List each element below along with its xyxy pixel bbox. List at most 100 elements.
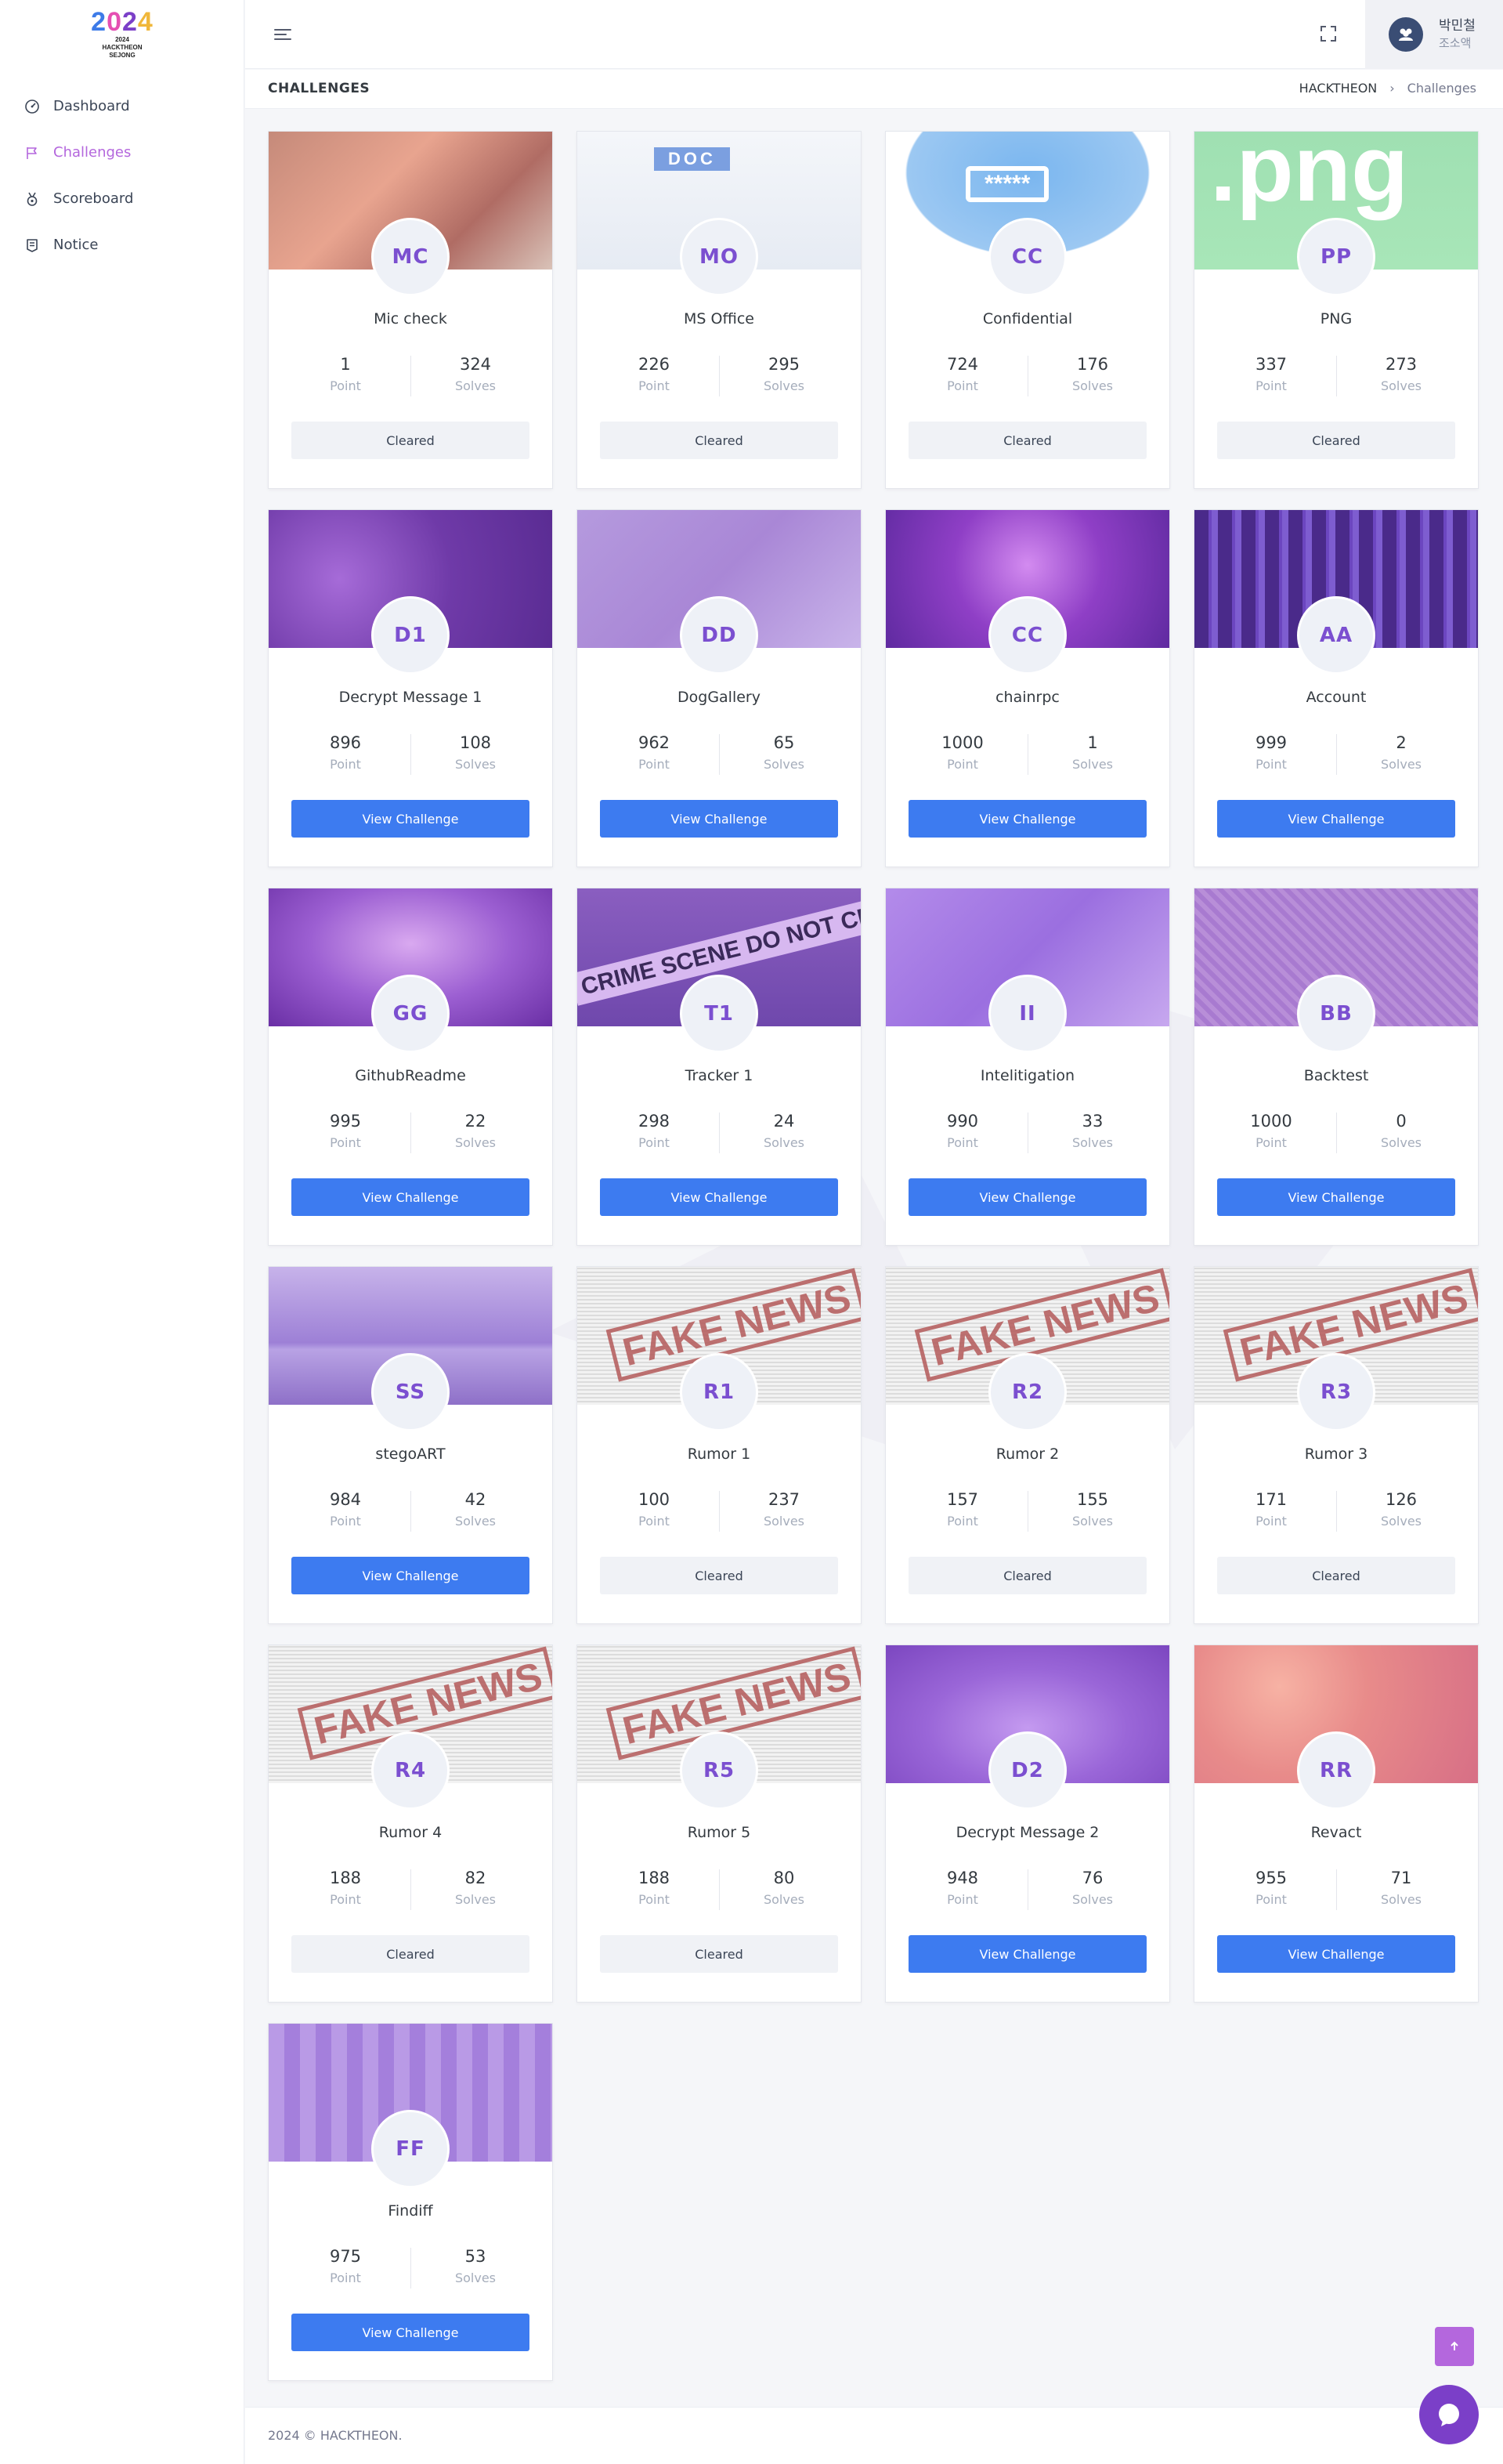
view-challenge-button[interactable]: View Challenge [291, 2314, 529, 2351]
view-challenge-button[interactable]: View Challenge [1217, 1935, 1455, 1973]
menu-toggle-icon[interactable] [272, 24, 294, 45]
solves-value: 0 [1396, 1112, 1407, 1131]
view-challenge-button[interactable]: View Challenge [909, 1178, 1147, 1216]
point-stat: 157 Point [908, 1488, 1017, 1532]
point-stat: 984 Point [291, 1488, 400, 1532]
solves-label: Solves [1380, 757, 1422, 772]
cleared-button[interactable]: Cleared [909, 422, 1147, 459]
cleared-button[interactable]: Cleared [600, 1557, 838, 1594]
stat-divider [1336, 734, 1337, 775]
cleared-button[interactable]: Cleared [291, 1935, 529, 1973]
challenge-card[interactable]: II Intelitigation 990 Point 33 Solves View Cha… [885, 888, 1170, 1246]
point-value: 100 [638, 1490, 670, 1509]
challenge-card[interactable]: RR Revact 955 Point 71 Solves View Challenge [1194, 1644, 1479, 2003]
view-challenge-button[interactable]: View Challenge [909, 1935, 1147, 1973]
solves-label: Solves [454, 1135, 497, 1150]
cleared-button[interactable]: Cleared [600, 1935, 838, 1973]
challenge-card[interactable]: GG GithubReadme 995 Point 22 Solves View Chall… [268, 888, 553, 1246]
solves-value: 126 [1385, 1490, 1418, 1509]
hacktheon-logo[interactable]: 2024 2024 HACKTHEON SEJONG [88, 8, 157, 67]
banner-text: ***** [966, 166, 1050, 202]
sidebar-item-notice[interactable]: Notice [0, 222, 244, 268]
challenge-card[interactable]: FAKE NEWS R1 Rumor 1 100 Point 237 Solves Clear… [576, 1266, 862, 1624]
point-label: Point [947, 1514, 978, 1529]
cleared-button[interactable]: Cleared [1217, 1557, 1455, 1594]
challenge-card[interactable]: CRIME SCENE DO NOT CROSS T1 Tracker 1 298 Po… [576, 888, 862, 1246]
view-challenge-button[interactable]: View Challenge [291, 1178, 529, 1216]
challenge-card[interactable]: DD DogGallery 962 Point 65 Solves View Challen… [576, 509, 862, 867]
sidebar-item-challenges[interactable]: Challenges [0, 129, 244, 175]
challenge-stats: 975 Point 53 Solves [269, 2245, 552, 2292]
fullscreen-icon[interactable] [1317, 22, 1340, 45]
point-value: 984 [329, 1490, 362, 1509]
challenge-initials-badge: CC [988, 218, 1067, 296]
challenge-name: MS Office [684, 310, 754, 327]
page-title-bar: CHALLENGES HACKTHEON › Challenges [245, 70, 1503, 109]
point-stat: 1000 Point [1216, 1109, 1326, 1153]
cleared-button[interactable]: Cleared [909, 1557, 1147, 1594]
solves-label: Solves [763, 1892, 805, 1907]
view-challenge-button[interactable]: View Challenge [909, 800, 1147, 838]
solves-stat: 22 Solves [421, 1109, 530, 1153]
challenge-initials-badge: II [988, 975, 1067, 1053]
challenge-card[interactable]: FAKE NEWS R5 Rumor 5 188 Point 80 Solves Cleare… [576, 1644, 862, 2003]
view-challenge-button[interactable]: View Challenge [291, 800, 529, 838]
challenge-card[interactable]: SS stegoART 984 Point 42 Solves View Challenge [268, 1266, 553, 1624]
stat-divider [1336, 356, 1337, 396]
challenge-card[interactable]: .png PP PNG 337 Point 273 Solves Cleared [1194, 131, 1479, 489]
view-challenge-button[interactable]: View Challenge [600, 1178, 838, 1216]
challenge-card[interactable]: FAKE NEWS R4 Rumor 4 188 Point 82 Solves Cleare… [268, 1644, 553, 2003]
challenge-card[interactable]: D2 Decrypt Message 2 948 Point 76 Solves View … [885, 1644, 1170, 2003]
challenge-stats: 171 Point 126 Solves [1194, 1488, 1478, 1535]
view-challenge-button[interactable]: View Challenge [1217, 1178, 1455, 1216]
breadcrumb-root[interactable]: HACKTHEON [1299, 81, 1378, 96]
point-label: Point [638, 378, 670, 393]
view-challenge-button[interactable]: View Challenge [600, 800, 838, 838]
point-stat: 1 Point [291, 353, 400, 396]
solves-stat: 76 Solves [1038, 1866, 1147, 1910]
solves-value: 53 [464, 2247, 486, 2266]
point-stat: 975 Point [291, 2245, 400, 2289]
challenge-card[interactable]: AA Account 999 Point 2 Solves View Challenge [1194, 509, 1479, 867]
challenge-stats: 226 Point 295 Solves [577, 353, 861, 400]
point-stat: 962 Point [599, 731, 709, 775]
challenge-card[interactable]: BB Backtest 1000 Point 0 Solves View Challenge [1194, 888, 1479, 1246]
logo-line2: HACKTHEON [102, 44, 143, 51]
sidebar-item-scoreboard[interactable]: Scoreboard [0, 175, 244, 222]
challenge-card[interactable]: DOC MO MS Office 226 Point 295 Solves Cleared [576, 131, 862, 489]
cleared-button[interactable]: Cleared [1217, 422, 1455, 459]
view-challenge-button[interactable]: View Challenge [291, 1557, 529, 1594]
challenge-name: Intelitigation [980, 1067, 1075, 1084]
challenge-initials-badge: MC [371, 218, 450, 296]
challenge-stats: 188 Point 82 Solves [269, 1866, 552, 1913]
challenge-card[interactable]: D1 Decrypt Message 1 896 Point 108 Solves View… [268, 509, 553, 867]
challenge-stats: 984 Point 42 Solves [269, 1488, 552, 1535]
cleared-button[interactable]: Cleared [291, 422, 529, 459]
challenge-card[interactable]: FAKE NEWS R3 Rumor 3 171 Point 126 Solves Clear… [1194, 1266, 1479, 1624]
scroll-to-top-button[interactable] [1435, 2327, 1474, 2366]
breadcrumb-separator: › [1389, 81, 1395, 96]
challenge-initials-badge: D2 [988, 1731, 1067, 1810]
challenge-card[interactable]: FF Findiff 975 Point 53 Solves View Challenge [268, 2023, 553, 2381]
point-label: Point [947, 1135, 978, 1150]
topbar: 박민철 조소액 [245, 0, 1503, 69]
challenge-card[interactable]: MC Mic check 1 Point 324 Solves Cleared [268, 131, 553, 489]
view-challenge-button[interactable]: View Challenge [1217, 800, 1455, 838]
point-value: 298 [638, 1112, 670, 1131]
point-value: 995 [329, 1112, 362, 1131]
chat-button[interactable] [1419, 2385, 1479, 2444]
challenge-card[interactable]: CC chainrpc 1000 Point 1 Solves View Challenge [885, 509, 1170, 867]
point-stat: 955 Point [1216, 1866, 1326, 1910]
point-label: Point [1256, 378, 1287, 393]
challenge-name: Rumor 5 [687, 1824, 751, 1841]
challenge-stats: 896 Point 108 Solves [269, 731, 552, 778]
user-menu[interactable]: 박민철 조소액 [1365, 0, 1503, 69]
point-label: Point [638, 1514, 670, 1529]
cleared-button[interactable]: Cleared [600, 422, 838, 459]
challenge-card[interactable]: ***** CC Confidential 724 Point 176 Solves Clea… [885, 131, 1170, 489]
solves-value: 65 [773, 733, 795, 752]
challenge-card[interactable]: FAKE NEWS R2 Rumor 2 157 Point 155 Solves Clear… [885, 1266, 1170, 1624]
point-stat: 948 Point [908, 1866, 1017, 1910]
challenge-name: Mic check [374, 310, 447, 327]
sidebar-item-dashboard[interactable]: Dashboard [0, 83, 244, 129]
